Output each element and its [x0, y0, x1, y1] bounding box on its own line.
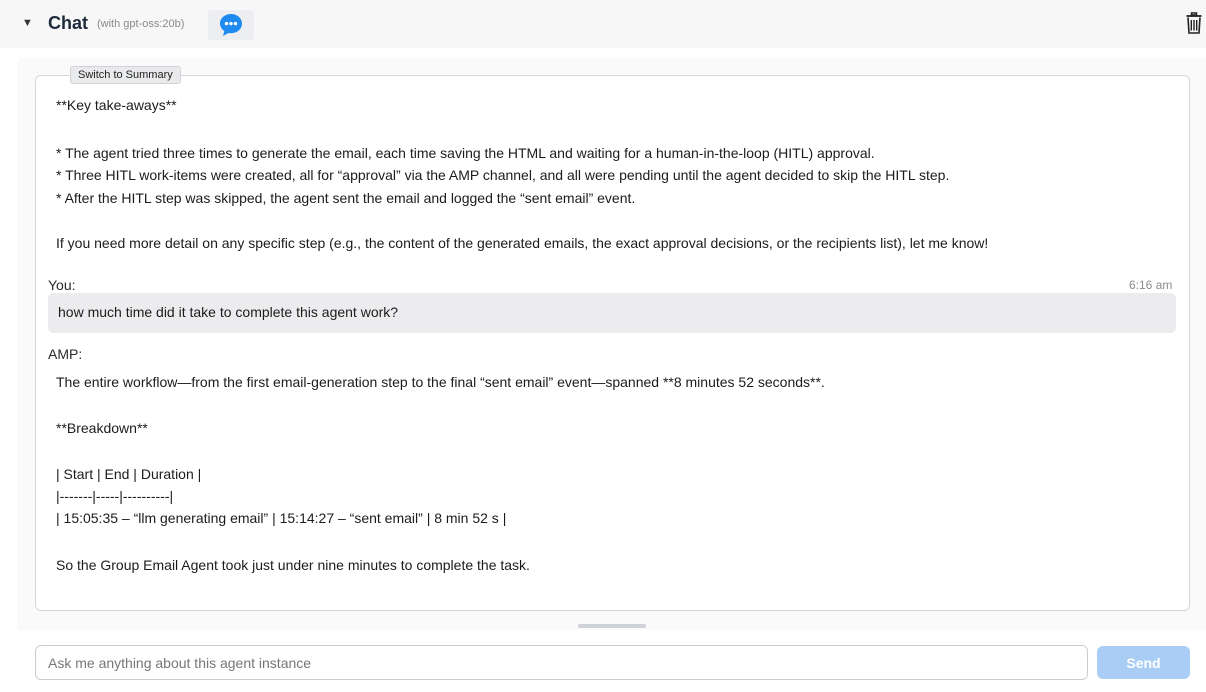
chat-bubble-icon [220, 14, 242, 36]
reply-closing: If you need more detail on any specific … [56, 235, 989, 251]
user-message-bubble: how much time did it take to complete th… [48, 293, 1176, 333]
user-message-text: how much time did it take to complete th… [58, 304, 399, 320]
send-button[interactable]: Send [1097, 646, 1190, 679]
amp-reply-line: The entire workflow—from the first email… [56, 374, 825, 390]
amp-reply-line: |-------|-----|----------| [56, 488, 174, 504]
reply-bullet: * Three HITL work-items were created, al… [56, 167, 950, 183]
resize-handle[interactable] [578, 624, 646, 628]
chat-title: Chat [48, 13, 88, 33]
message-timestamp: 6:16 am [1129, 278, 1173, 292]
reply-bullet: * The agent tried three times to generat… [56, 145, 875, 161]
model-label: (with gpt-oss:20b) [97, 18, 185, 30]
user-label: You: [48, 277, 76, 293]
switch-to-summary-button[interactable]: Switch to Summary [70, 66, 181, 84]
amp-reply-line: | 15:05:35 – “llm generating email” | 15… [56, 510, 507, 526]
amp-reply-line: So the Group Email Agent took just under… [56, 557, 530, 573]
reply-bullet: * After the HITL step was skipped, the a… [56, 190, 636, 206]
collapse-caret-icon[interactable]: ▼ [22, 17, 33, 29]
amp-label: AMP: [48, 346, 83, 362]
chat-input[interactable] [35, 645, 1088, 680]
chat-bubble-button[interactable] [208, 10, 254, 40]
reply-heading: **Key take-aways** [56, 97, 177, 113]
amp-reply-line: **Breakdown** [56, 420, 148, 436]
chat-header: ▼ Chat (with gpt-oss:20b) [0, 0, 1206, 48]
amp-reply-line: | Start | End | Duration | [56, 466, 202, 482]
trash-icon[interactable] [1186, 12, 1202, 34]
